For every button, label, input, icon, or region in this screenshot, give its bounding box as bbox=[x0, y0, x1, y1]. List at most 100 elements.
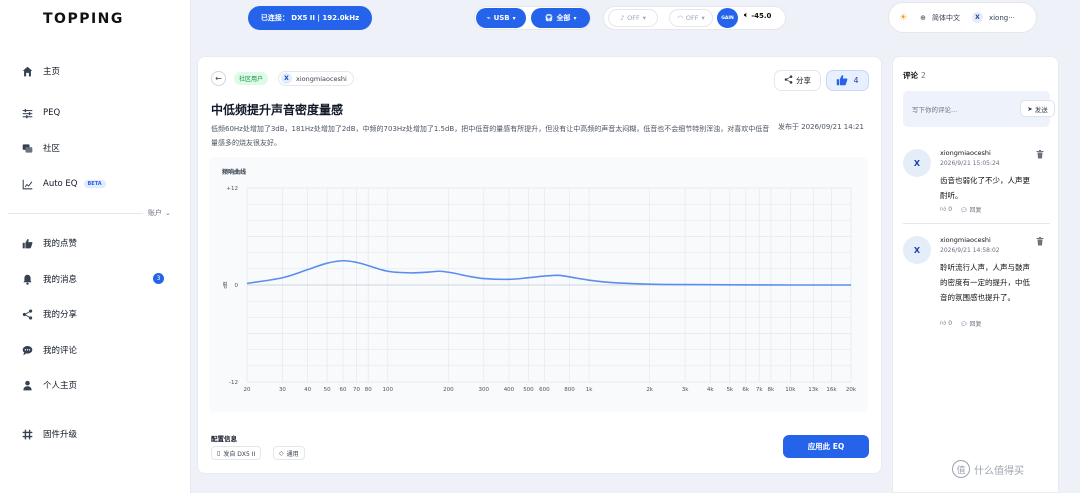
sidebar-item-label: 我的消息 bbox=[43, 275, 78, 285]
reply-label: 回复 bbox=[969, 207, 982, 214]
share-button[interactable]: 分享 bbox=[774, 70, 821, 91]
sidebar-item-my-likes[interactable]: 我的点赞 bbox=[20, 235, 180, 251]
x-tick-label: 30 bbox=[279, 387, 286, 393]
device-label: 发自 DX5 II bbox=[223, 450, 256, 458]
sidebar-item-home[interactable]: 主页 bbox=[20, 63, 180, 79]
connection-status-button[interactable]: 已连接： DX5 II | 192.0kHz bbox=[248, 6, 372, 30]
comment-actions: 👍︎ 0 💬︎ 回复 bbox=[940, 319, 982, 328]
sidebar-item-label: 我的点赞 bbox=[43, 239, 78, 249]
home-icon bbox=[20, 64, 34, 78]
eq-state: OFF bbox=[627, 14, 640, 22]
comment-user[interactable]: xiongmiaoceshi bbox=[940, 149, 991, 157]
beta-badge: BETA bbox=[83, 180, 106, 188]
scope-label: 通用 bbox=[286, 450, 299, 458]
language-select[interactable]: 简体中文 bbox=[932, 13, 960, 23]
account-toggle[interactable]: 账户 ⌄ bbox=[148, 208, 171, 218]
sliders-icon bbox=[20, 106, 34, 120]
comment-divider bbox=[903, 223, 1050, 224]
frequency-response-plot: +12 0 -12 dB 20 30 40 50 60 70 80 100 200 300 400 500 60… bbox=[223, 186, 857, 393]
comment-like-button[interactable]: 👍︎ 0 bbox=[940, 319, 952, 328]
comment-user[interactable]: xiongmiaoceshi bbox=[940, 236, 991, 244]
eq-toggle[interactable]: ♪ OFF ▾ bbox=[608, 9, 658, 27]
gain-button[interactable]: GAIN bbox=[717, 8, 738, 28]
reply-button[interactable]: 💬︎ 回复 bbox=[960, 319, 982, 328]
trash-icon[interactable] bbox=[1036, 150, 1044, 161]
x-tick-label: 500 bbox=[523, 387, 534, 393]
apply-eq-label: 应用此 EQ bbox=[807, 442, 845, 451]
sidebar-item-auto-eq[interactable]: Auto EQ BETA bbox=[20, 176, 180, 192]
crossfeed-state: OFF bbox=[685, 14, 699, 22]
x-tick-label: 16k bbox=[826, 387, 837, 393]
share-label: 分享 bbox=[796, 76, 811, 85]
apply-eq-button[interactable]: 应用此 EQ bbox=[783, 435, 869, 458]
x-tick-label: 800 bbox=[564, 387, 575, 393]
username[interactable]: xiong··· bbox=[989, 14, 1015, 22]
x-tick-label: 70 bbox=[353, 387, 360, 393]
user-menu: ☀ ⊕ 简体中文 X xiong··· bbox=[888, 2, 1037, 33]
comments-panel: 评论 2 写下你的评论... ➤ 发送 X xiongmiaoceshi 2026… bbox=[892, 56, 1059, 493]
x-tick-label: 5k bbox=[726, 387, 733, 393]
x-tick-label: 10k bbox=[785, 387, 796, 393]
x-tick-label: 13k bbox=[808, 387, 819, 393]
comment-like-count: 0 bbox=[948, 320, 953, 327]
eq-controls-group: ♪ OFF ▾ ◠ OFF ▾ GAIN 🔈︎ -45.0 bbox=[603, 6, 786, 30]
watermark-text: 什么值得买 bbox=[974, 465, 1024, 477]
frequency-response-chart: 频响曲线 +12 0 -12 dB 20 30 40 50 60 70 80 100 200 300 400… bbox=[209, 157, 868, 412]
headphone-icon: ◠ bbox=[677, 14, 683, 22]
avatar[interactable]: X bbox=[903, 149, 931, 177]
tag-icon: ◇ bbox=[279, 449, 284, 457]
volume-control[interactable]: 🔈︎ -45.0 bbox=[744, 11, 771, 20]
comment-like-button[interactable]: 👍︎ 0 bbox=[940, 205, 952, 214]
crossfeed-toggle[interactable]: ◠ OFF ▾ bbox=[669, 9, 713, 27]
back-button[interactable]: ← bbox=[211, 71, 226, 86]
comment-input[interactable]: 写下你的评论... ➤ 发送 bbox=[903, 91, 1055, 127]
avatar[interactable]: X bbox=[903, 236, 931, 264]
send-button[interactable]: ➤ 发送 bbox=[1020, 100, 1055, 117]
x-tick-label: 4k bbox=[707, 387, 714, 393]
headphone-select[interactable]: 🎧︎ 全部 ▾ bbox=[531, 8, 590, 28]
sidebar-item-community[interactable]: 社区 bbox=[20, 140, 180, 156]
x-tick-label: 400 bbox=[504, 387, 515, 393]
comment-time: 2026/9/21 15:05:24 bbox=[940, 160, 1000, 167]
post-title: 中低频提升声音密度量感 bbox=[211, 103, 344, 117]
headphone-icon: 🎧︎ bbox=[544, 14, 554, 22]
x-tick-label: 6k bbox=[742, 387, 749, 393]
like-button[interactable]: 4 bbox=[826, 70, 869, 91]
sidebar-item-firmware[interactable]: 固件升级 bbox=[20, 426, 180, 442]
headphone-label: 全部 bbox=[556, 14, 571, 22]
device-chip: ▯ 发自 DX5 II bbox=[211, 446, 262, 460]
sidebar-item-label: 个人主页 bbox=[43, 381, 78, 391]
top-bar: 已连接： DX5 II | 192.0kHz ⌁ USB ▾ 🎧︎ 全部 ▾ ♪… bbox=[191, 0, 1080, 38]
scope-chip: ◇ 通用 bbox=[273, 446, 305, 460]
comment-item: X xiongmiaoceshi 2026/9/21 15:05:24 齿音也弱… bbox=[903, 149, 1050, 224]
post-card: ← 社区用户 X xiongmiaoceshi 分享 4 中低频提升声音密度量感… bbox=[197, 56, 882, 474]
like-count: 4 bbox=[853, 76, 859, 85]
comment-placeholder: 写下你的评论... bbox=[912, 106, 958, 114]
x-tick-label: 60 bbox=[340, 387, 347, 393]
chevron-down-icon: ▾ bbox=[512, 14, 516, 22]
chart-line-icon bbox=[20, 177, 34, 191]
x-tick-label: 80 bbox=[365, 387, 372, 393]
y-tick-label: 0 bbox=[235, 283, 239, 289]
eq-icon: ♪ bbox=[619, 14, 625, 22]
sidebar-item-profile[interactable]: 个人主页 bbox=[20, 377, 180, 393]
comment-icon bbox=[20, 343, 34, 357]
volume-value: -45.0 bbox=[751, 11, 772, 20]
usb-label: USB bbox=[493, 14, 510, 22]
avatar[interactable]: X bbox=[971, 12, 983, 23]
usb-select[interactable]: ⌁ USB ▾ bbox=[476, 8, 526, 28]
x-tick-label: 2k bbox=[646, 387, 653, 393]
author-chip[interactable]: X xiongmiaoceshi bbox=[278, 71, 354, 86]
comments-count: 2 bbox=[921, 71, 926, 80]
sidebar-item-my-comments[interactable]: 我的评论 bbox=[20, 342, 180, 358]
post-description: 低频60Hz处增加了3dB，181Hz处增加了2dB，中频的703Hz处增加了1… bbox=[211, 125, 770, 147]
sun-icon[interactable]: ☀ bbox=[899, 13, 907, 23]
reply-button[interactable]: 💬︎ 回复 bbox=[960, 205, 982, 214]
sidebar-item-peq[interactable]: PEQ bbox=[20, 105, 180, 121]
message-count-badge: 3 bbox=[153, 273, 164, 284]
trash-icon[interactable] bbox=[1036, 237, 1044, 248]
sidebar-item-my-shares[interactable]: 我的分享 bbox=[20, 306, 180, 322]
x-tick-label: 100 bbox=[382, 387, 393, 393]
sidebar-item-my-messages[interactable]: 我的消息 3 bbox=[20, 271, 180, 287]
comments-title: 评论 bbox=[903, 71, 918, 80]
